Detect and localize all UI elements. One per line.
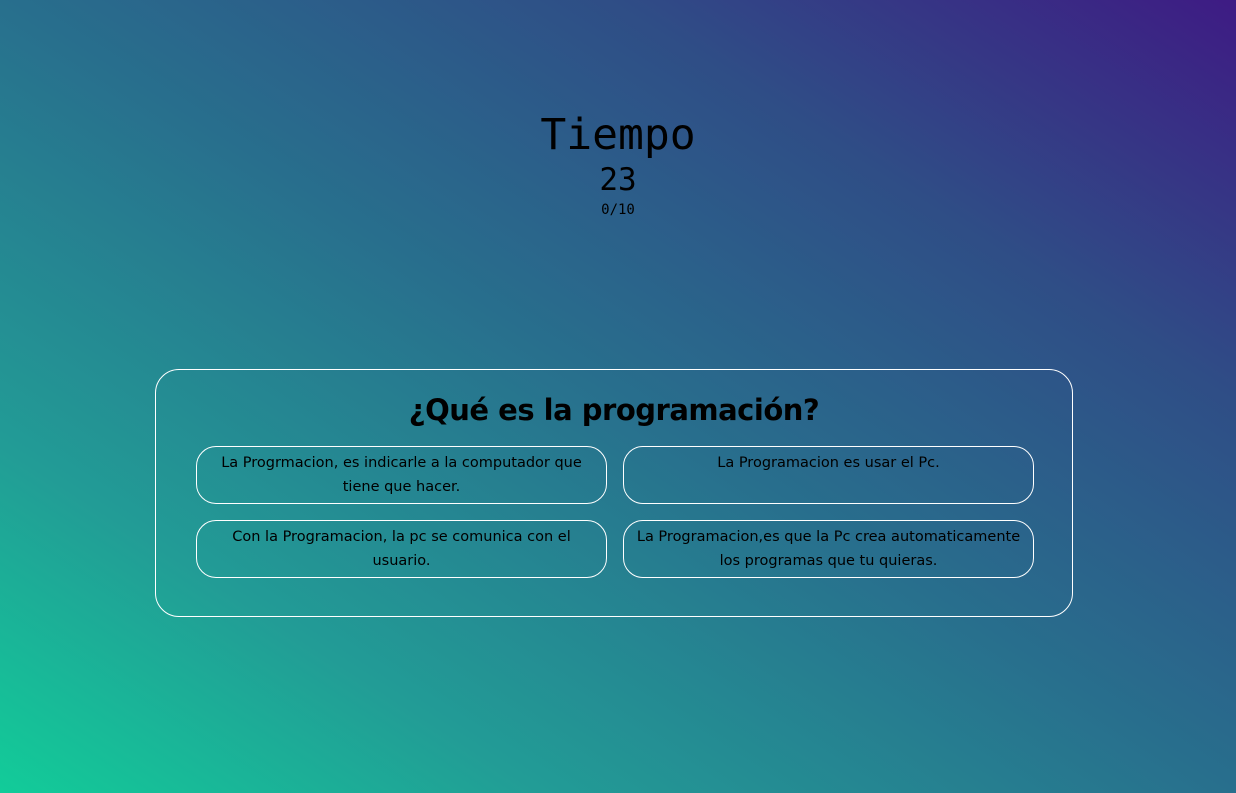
timer-countdown: 23 bbox=[599, 162, 637, 198]
timer-label: Tiempo bbox=[540, 110, 696, 160]
quiz-card: ¿Qué es la programación? La Progrmacion,… bbox=[155, 369, 1073, 617]
timer-panel: Tiempo 23 0/10 bbox=[0, 108, 1236, 220]
score-counter: 0/10 bbox=[601, 202, 635, 218]
answer-option-1[interactable]: La Progrmacion, es indicarle a la comput… bbox=[196, 446, 607, 504]
answer-option-3[interactable]: Con la Programacion, la pc se comunica c… bbox=[196, 520, 607, 578]
answer-grid: La Progrmacion, es indicarle a la comput… bbox=[196, 446, 1034, 578]
answer-option-2[interactable]: La Programacion es usar el Pc. bbox=[623, 446, 1034, 504]
answer-option-4[interactable]: La Programacion,es que la Pc crea automa… bbox=[623, 520, 1034, 578]
question-title: ¿Qué es la programación? bbox=[408, 393, 820, 427]
